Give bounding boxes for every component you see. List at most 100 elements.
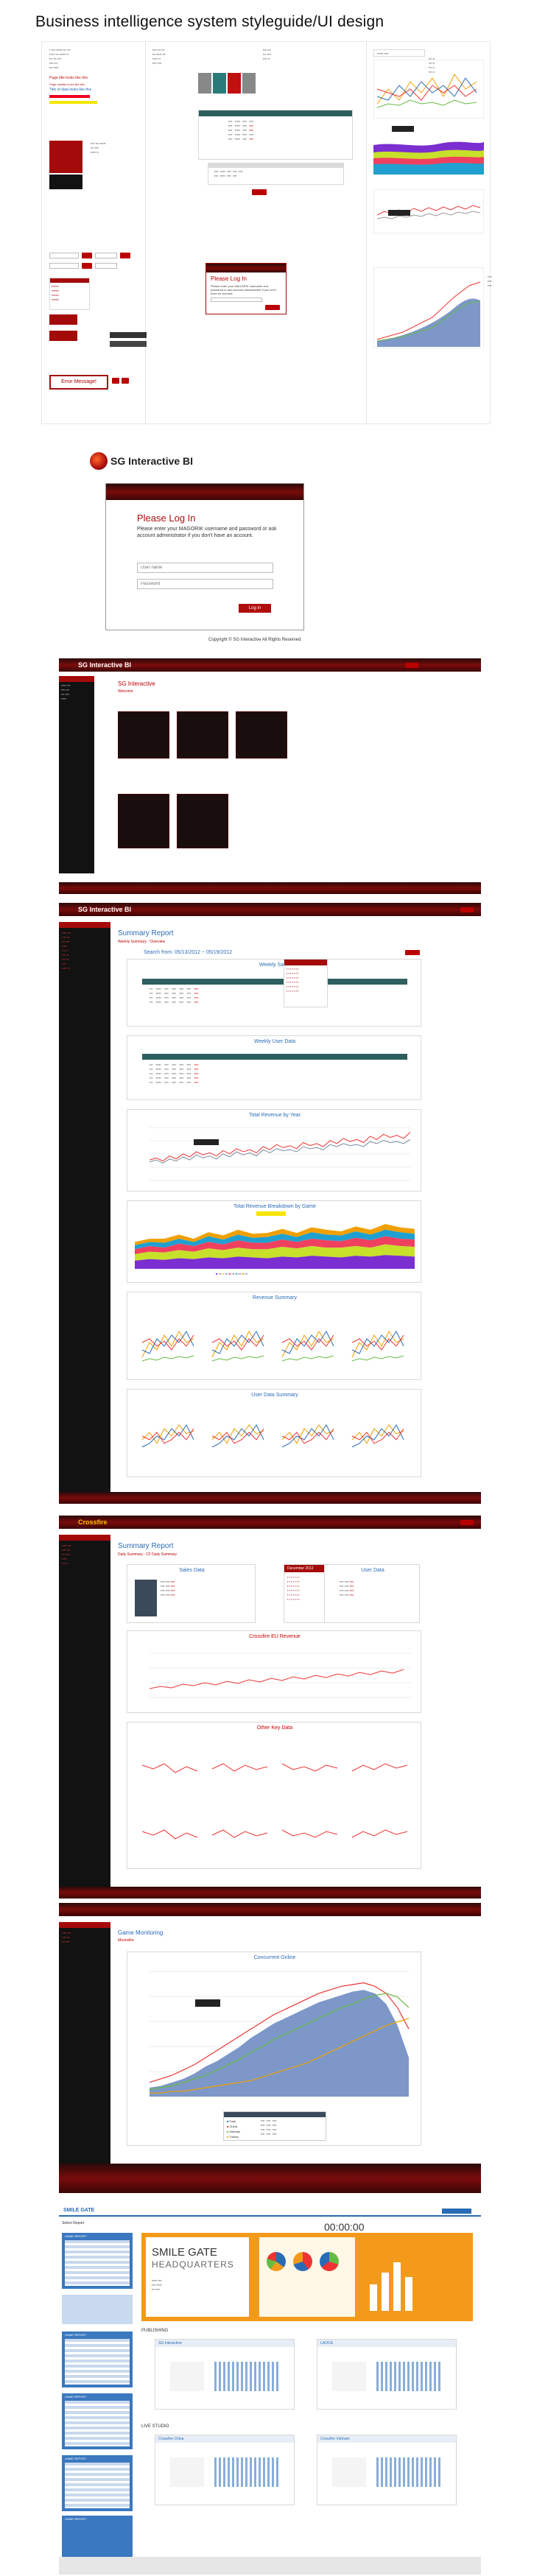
portal-clock: 00:00:00 (324, 2221, 365, 2233)
link-style-1: Page title looks like this (49, 76, 88, 80)
game-report-block[interactable]: GAME REPORT (62, 2516, 133, 2560)
username-input[interactable] (137, 563, 273, 573)
pie-icon (293, 2252, 312, 2271)
portal-frame: SMILE GATE Select Report 00:00:00 GAME R… (59, 2206, 481, 2575)
mini-line-chart (211, 1763, 268, 1772)
login-box-sample: Please Log In Please enter your MAGORIK … (205, 263, 287, 314)
game-thumbnail[interactable] (177, 711, 228, 759)
publishing-label: PUBLISHING (141, 2329, 169, 2333)
app2-sidebar: ▪▪▪▪▪ ▪▪▪ ▪▪▪▪ ▪▪▪ ▪▪▪ ▪▪▪▪ ▪▪▪▪▪ ▪▪▪ ▪▪ ▪▪▪▪… (59, 922, 110, 1504)
app1-footer (59, 882, 481, 894)
app4-frame: ▪▪▪▪▪ ▪▪▪ ▪▪▪▪ ▪▪▪ ▪▪▪ ▪▪▪▪ Game Monitorin… (59, 1903, 481, 2193)
portal-card[interactable]: Crossfire Vietnam (317, 2435, 457, 2505)
swatch-red (49, 95, 90, 98)
mini-line-chart (141, 1331, 194, 1362)
game-thumbnail[interactable] (118, 711, 169, 759)
game-thumbnail[interactable] (118, 794, 169, 848)
game-report-list (62, 2295, 133, 2324)
swatch-yellow (49, 101, 97, 104)
app4-page-title: Game Monitoring (118, 1929, 164, 1936)
login-panel: Please Log In Please enter your MAGORIK … (105, 483, 304, 630)
game-report-block[interactable]: GAME REPORT (62, 2233, 133, 2289)
panel-user-data: User Data ▪▪▪▪ ▪▪▪▪ ▪▪▪▪ ▪▪▪▪ ▪▪▪▪ ▪▪▪▪ ▪▪… (324, 1564, 420, 1623)
pie-icon (320, 2252, 339, 2271)
app4-subtitle: Moonsfire (118, 1938, 134, 1943)
button-sample (49, 314, 77, 325)
portal-card[interactable]: SG Interactive (155, 2339, 295, 2410)
mini-line-chart (281, 1829, 338, 1838)
app3-subtitle: Daily Summary : CF Daily Summary (118, 1552, 178, 1557)
styleguide-sheet: ▪ ▪▪▪▪ ▪▪▪▪▪▪ ▪▪▪ ▪▪▪ ▪▪▪▪▪ ▪▪▪ ▪▪▪▪▪▪ ▪▪… (41, 41, 492, 425)
panel-other-key-data: Other Key Data (127, 1722, 421, 1869)
panel-title: Other Key Data (256, 1725, 293, 1731)
game-thumbnail[interactable] (236, 711, 287, 759)
game-report-block[interactable]: GAME REPORT (62, 2455, 133, 2511)
color-block (213, 73, 226, 94)
legend-table: ■ Total ■ China ■ Vietnam ■ Turkey ▪▪▪▪ … (223, 2111, 326, 2141)
chart-legend-sample: ▪▪▪▪ ▪▪▪▪ ▪▪▪▪ (488, 275, 492, 287)
panel-title: Sales Data (179, 1568, 205, 1573)
menu-sample-dark (49, 175, 82, 189)
mini-calendar: ▪▪▪▪▪▪▪ ▪▪▪▪▪▪▪ ▪▪▪▪▪▪▪ ▪▪▪▪▪▪▪ (49, 278, 90, 310)
panel-total-revenue-by-year: Total Revenue by Year (127, 1109, 421, 1192)
panel-title: Concurrent Online (253, 1955, 296, 1960)
portal-card[interactable]: Crossfire China (155, 2435, 295, 2505)
portal-footer (59, 2557, 481, 2575)
panel-weekly-user-data: Weekly User Data ▪▪▪ ▪▪▪▪▪ ▪▪▪▪ ▪▪▪▪ ▪▪▪… (127, 1035, 421, 1100)
app3-logo: Crossfire (78, 1518, 108, 1526)
login-copyright: Copyright © SG Interactive All Rights Re… (208, 638, 301, 642)
mini-line-chart (351, 1331, 404, 1362)
button-sample (49, 331, 77, 341)
legend-entry: ■ Turkey (227, 2135, 239, 2139)
app2-subtitle: Weekly Summary : Overview (118, 940, 166, 944)
table-body: ▪▪▪ ▪▪▪▪▪ ▪▪▪▪ ▪▪▪▪ ▪▪▪▪ ▪▪▪▪ ▪▪▪▪ ▪▪▪ ▪▪… (142, 985, 407, 1021)
color-block (242, 73, 256, 94)
tooltip-sample (110, 341, 147, 347)
sample-concurrent-chart (373, 267, 484, 348)
sample-area-chart (373, 123, 484, 175)
app1-sidebar: ▪▪▪▪▪ ▪▪▪ ▪▪▪▪ ▪▪▪ ▪▪▪ ▪▪▪▪ ▪▪▪▪▪ (59, 676, 94, 873)
game-thumbnail[interactable] (177, 794, 228, 848)
logout-button[interactable] (405, 663, 418, 668)
banner-text-box: SMILE GATE HEADQUARTERS ▪▪▪▪▪ ▪▪▪▪ ▪▪▪▪ ▪… (146, 2237, 249, 2317)
logout-button[interactable] (460, 907, 474, 912)
portal-login-button[interactable] (442, 2209, 471, 2214)
password-input[interactable] (137, 579, 273, 589)
panel-revenue-breakdown: Total Revenue Breakdown by Game ■ ▪▪▪ ■ … (127, 1200, 421, 1283)
game-report-block[interactable]: GAME REPORT (62, 2393, 133, 2449)
mini-line-chart (141, 1829, 198, 1840)
game-report-block[interactable]: GAME REPORT (62, 2332, 133, 2387)
panel-sales-data: Sales Data ▪▪▪▪ ▪▪▪▪ ▪▪▪▪ ▪▪▪▪ ▪▪▪▪ ▪▪▪▪ ▪… (127, 1564, 256, 1623)
portal-card[interactable]: LAOCA (317, 2339, 457, 2410)
login-logo: SG Interactive BI (110, 455, 194, 467)
mini-line-chart (351, 1424, 404, 1448)
data-table-sample: ▪▪▪▪ ▪▪▪▪▪ ▪▪▪▪ ▪▪▪▪ ▪▪▪▪ ▪▪▪▪▪ ▪▪▪▪ ▪▪▪▪… (198, 110, 353, 160)
mini-line-chart (351, 1829, 408, 1838)
panel-title: User Data (361, 1568, 384, 1573)
login-button[interactable]: Log in (239, 604, 271, 613)
data-table-sample-small: ▪▪▪▪ ▪▪▪▪▪ ▪▪▪▪ ▪▪▪▪ ▪▪▪▪ ▪▪▪▪ ▪▪▪▪▪ ▪▪▪▪… (208, 163, 344, 185)
mini-line-chart (211, 1331, 264, 1362)
color-notes: ▪▪▪▪ ▪▪▪ ▪▪▪ ▪▪▪▪ ▪▪▪▪ ▪▪ (263, 48, 272, 60)
other-key-data-charts (141, 1763, 408, 1840)
control-row (49, 263, 138, 270)
series-line (149, 1132, 411, 1162)
search-button[interactable] (405, 950, 420, 955)
calendar-popup[interactable]: ▪ ▪ ▪ ▪ ▪ ▪ ▪ ▪ ▪ ▪ ▪ ▪ ▪ ▪ ▪ ▪ ▪ ▪ ▪ ▪ ▪ ▪… (284, 959, 328, 1007)
error-message: Error Message! (49, 375, 108, 390)
panel-user-data-summary: User Data Summary (127, 1389, 421, 1477)
chart-legend-sample: ▪▪▪ ▪▪ ▪▪▪ ▪▪ ▪▪▪ ▪▪ ▪▪▪ ▪▪ (429, 57, 435, 74)
legend-entry: ■ Vietnam (227, 2130, 241, 2133)
revenue-summary-charts (141, 1331, 404, 1362)
button-sample (252, 189, 267, 195)
login-title: Please Log In (137, 513, 196, 524)
revenue-by-year-chart (149, 1127, 411, 1181)
app2-page-title: Summary Report (118, 929, 174, 937)
panel-title: Weekly Sales (259, 963, 291, 968)
control-row (49, 253, 138, 260)
table-header (142, 979, 407, 985)
app3-frame: Crossfire ▪▪▪▪▪ ▪▪▪ ▪▪▪▪ ▪▪▪ ▪▪▪ ▪▪▪▪ ▪▪▪▪▪… (59, 1516, 481, 1898)
link-style-2: Page subtitle looks like this (49, 82, 85, 86)
chart-legend: ■ ▪▪▪ ■ ▪▪▪ ■ ▪▪▪ ■ ▪▪▪ ■ ▪▪▪ (216, 1272, 248, 1275)
logout-button[interactable] (460, 1520, 474, 1525)
